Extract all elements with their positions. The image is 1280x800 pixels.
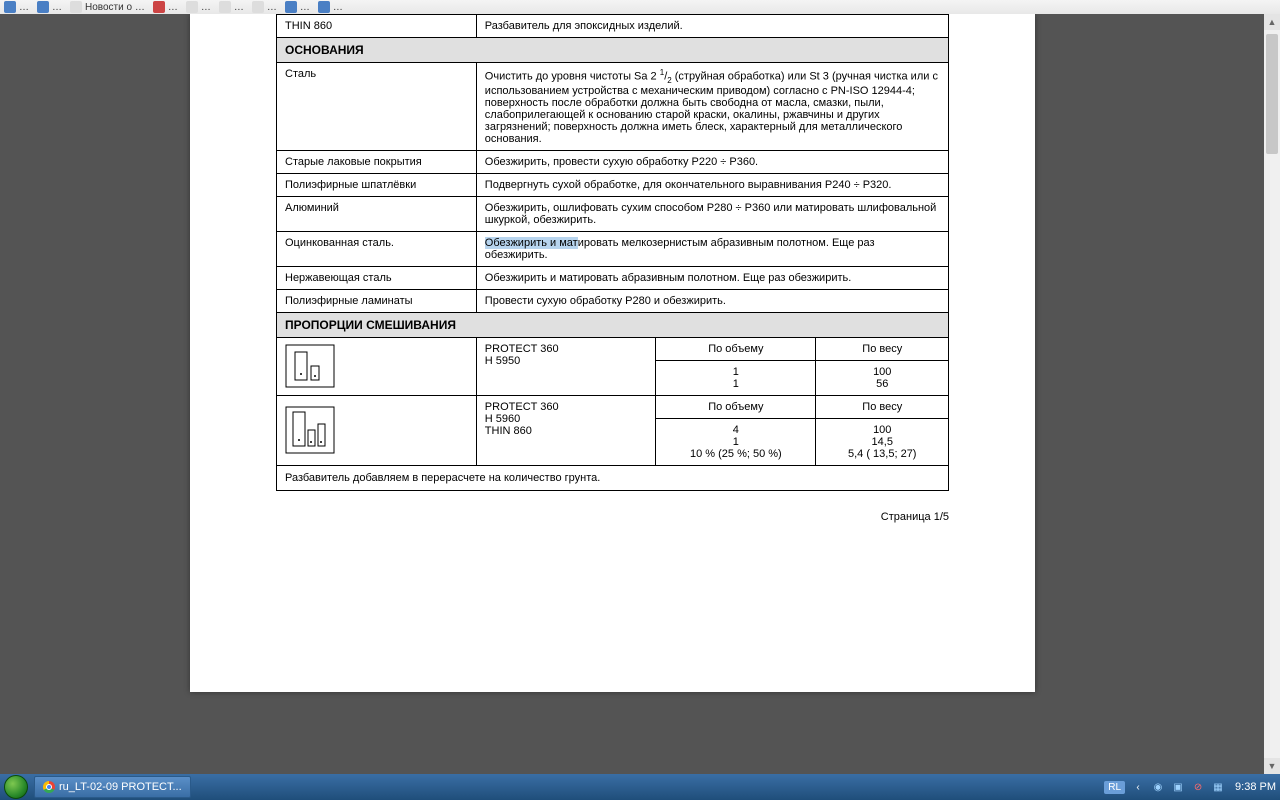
mix-col-vol: По объему <box>656 395 816 418</box>
bookmark-item[interactable]: … <box>219 1 244 13</box>
taskbar-item-chrome[interactable]: ru_LT-02-09 PROTECT... <box>34 776 191 798</box>
cell-desc: Обезжирить, провести сухую обработку Р22… <box>476 150 948 173</box>
bookmark-item[interactable]: … <box>37 1 62 13</box>
tray-shield-icon[interactable]: ▦ <box>1211 780 1225 794</box>
table-row: Алюминий Обезжирить, ошлифовать сухим сп… <box>277 196 949 231</box>
bookmark-item[interactable]: … <box>153 1 178 13</box>
table-row: Оцинкованная сталь. Обезжирить и матиров… <box>277 231 949 266</box>
table-row: Полиэфирные шпатлёвки Подвергнуть сухой … <box>277 173 949 196</box>
cell-name: Нержавеющая сталь <box>277 266 477 289</box>
cell-name: Сталь <box>277 63 477 151</box>
scroll-up-button[interactable]: ▲ <box>1264 14 1280 30</box>
section-header: ПРОПОРЦИИ СМЕШИВАНИЯ <box>277 312 949 337</box>
scrollbar-vertical[interactable]: ▲ ▼ <box>1264 14 1280 774</box>
page-number: Страница 1/5 <box>276 511 949 523</box>
pdf-viewer: THIN 860 Разбавитель для эпоксидных изде… <box>0 14 1280 774</box>
mix-icon-cell <box>277 337 477 395</box>
cell-desc: Подвергнуть сухой обработке, для окончат… <box>476 173 948 196</box>
cell-desc: Очистить до уровня чистоты Sa 2 1/2 (стр… <box>476 63 948 151</box>
tray-network-icon[interactable]: ◉ <box>1151 780 1165 794</box>
tray-expand-icon[interactable]: ‹ <box>1131 780 1145 794</box>
bookmark-item[interactable]: … <box>285 1 310 13</box>
tray-volume-icon[interactable]: ⊘ <box>1191 780 1205 794</box>
cell-name: Полиэфирные шпатлёвки <box>277 173 477 196</box>
scroll-down-button[interactable]: ▼ <box>1264 758 1280 774</box>
bookmark-item[interactable]: Новости о … <box>70 1 145 13</box>
mix-wt: 10056 <box>816 360 949 395</box>
mix-products: PROTECT 360 H 5960 THIN 860 <box>476 395 655 465</box>
chrome-icon <box>43 781 55 793</box>
bookmark-item[interactable]: … <box>4 1 29 13</box>
cell-name: THIN 860 <box>277 15 477 38</box>
footnote: Разбавитель добавляем в перерасчете на к… <box>276 466 949 491</box>
cell-name: Оцинкованная сталь. <box>277 231 477 266</box>
language-indicator[interactable]: RL <box>1104 781 1125 794</box>
ratio-icon-1-1 <box>285 344 335 388</box>
viewport: … … Новости о … … … … … … … THIN 860 Раз… <box>0 0 1280 800</box>
table-row: Полиэфирные ламинаты Провести сухую обра… <box>277 289 949 312</box>
table-row: Сталь Очистить до уровня чистоты Sa 2 1/… <box>277 63 949 151</box>
table-row: THIN 860 Разбавитель для эпоксидных изде… <box>277 15 949 38</box>
mix-header-row: PROTECT 360 H 5960 THIN 860 По объему По… <box>277 395 949 418</box>
bookmark-item[interactable]: … <box>186 1 211 13</box>
cell-name: Алюминий <box>277 196 477 231</box>
cell-desc: Провести сухую обработку Р280 и обезжири… <box>476 289 948 312</box>
mix-col-wt: По весу <box>816 395 949 418</box>
pdf-page: THIN 860 Разбавитель для эпоксидных изде… <box>190 14 1035 692</box>
section-row: ПРОПОРЦИИ СМЕШИВАНИЯ <box>277 312 949 337</box>
taskbar: ru_LT-02-09 PROTECT... RL ‹ ◉ ▣ ⊘ ▦ 9:38… <box>0 774 1280 800</box>
cell-name: Полиэфирные ламинаты <box>277 289 477 312</box>
mix-col-wt: По весу <box>816 337 949 360</box>
mix-vol: 11 <box>656 360 816 395</box>
tray-monitor-icon[interactable]: ▣ <box>1171 780 1185 794</box>
mix-icon-cell <box>277 395 477 465</box>
cell-desc: Разбавитель для эпоксидных изделий. <box>476 15 948 38</box>
start-button[interactable] <box>4 775 28 799</box>
mix-vol: 4110 % (25 %; 50 %) <box>656 418 816 465</box>
system-tray: RL ‹ ◉ ▣ ⊘ ▦ 9:38 PM <box>1104 780 1276 794</box>
table-row: Старые лаковые покрытия Обезжирить, пров… <box>277 150 949 173</box>
table-row: Нержавеющая сталь Обезжирить и матироват… <box>277 266 949 289</box>
cell-name: Старые лаковые покрытия <box>277 150 477 173</box>
section-header: ОСНОВАНИЯ <box>277 38 949 63</box>
taskbar-item-label: ru_LT-02-09 PROTECT... <box>59 781 182 793</box>
section-row: ОСНОВАНИЯ <box>277 38 949 63</box>
scroll-thumb[interactable] <box>1266 34 1278 154</box>
bookmark-item[interactable]: … <box>318 1 343 13</box>
mix-wt: 10014,55,4 ( 13,5; 27) <box>816 418 949 465</box>
bookmarks-bar: … … Новости о … … … … … … … <box>0 0 1280 15</box>
spec-table: THIN 860 Разбавитель для эпоксидных изде… <box>276 14 949 466</box>
cell-desc: Обезжирить и матировать мелкозернистым а… <box>476 231 948 266</box>
ratio-icon-4-1 <box>285 406 335 454</box>
mix-header-row: PROTECT 360 H 5950 По объему По весу <box>277 337 949 360</box>
mix-col-vol: По объему <box>656 337 816 360</box>
cell-desc: Обезжирить и матировать абразивным полот… <box>476 266 948 289</box>
bookmark-item[interactable]: … <box>252 1 277 13</box>
clock[interactable]: 9:38 PM <box>1235 781 1276 793</box>
mix-products: PROTECT 360 H 5950 <box>476 337 655 395</box>
cell-desc: Обезжирить, ошлифовать сухим способом Р2… <box>476 196 948 231</box>
